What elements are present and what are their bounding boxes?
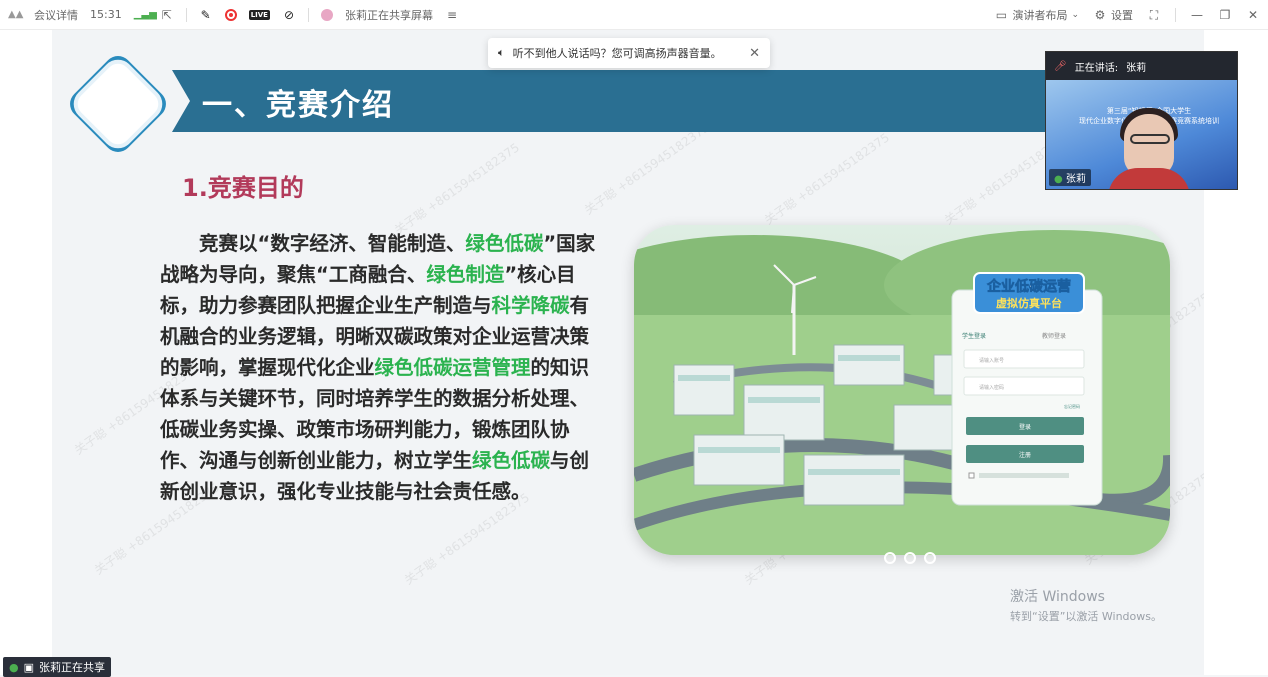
speaking-name: 张莉: [1126, 62, 1147, 74]
mic-icon: 🎤︎: [1054, 60, 1067, 72]
paragraph-text: 竞赛以“数字经济、智能制造、: [199, 232, 466, 255]
mic-icon: ●: [1054, 174, 1063, 185]
slide-paragraph: 竞赛以“数字经济、智能制造、绿色低碳”国家战略为导向，聚焦“工商融合、绿色制造”…: [160, 228, 600, 507]
speaker-icon: 🔈︎: [498, 46, 505, 59]
speaker-name-text: 张莉: [1065, 174, 1086, 185]
sharer-avatar: [320, 8, 333, 21]
login-user-placeholder: 请输入账号: [979, 357, 1004, 364]
divider: [307, 7, 309, 22]
hide-view-icon[interactable]: ⊘: [282, 8, 296, 22]
platform-image: 学生登录 教师登录 请输入账号 请输入密码 忘记密码 登录 注册 企业低碳运营 …: [634, 225, 1170, 555]
fullscreen-icon[interactable]: ⛶: [1147, 8, 1161, 22]
carousel-dot[interactable]: [884, 552, 896, 564]
shared-slide: 关子聪 +8615945182375 关子聪 +8615945182375 关子…: [52, 30, 1204, 675]
signal-icon: ▁▃▅: [133, 8, 157, 20]
login-tab-student: 学生登录: [962, 332, 986, 340]
speaker-glasses: [1130, 134, 1170, 144]
volume-toast: 🔈︎ 听不到他人说话吗？您可调高扬声器音量。 ✕: [488, 38, 770, 68]
highlight-text: 绿色低碳运营管理: [374, 356, 531, 379]
watermark: 关子聪 +8615945182375: [391, 140, 522, 238]
slide-title: 一、竞赛介绍: [202, 88, 394, 123]
login-tab-teacher: 教师登录: [1042, 332, 1066, 340]
watermark: 关子聪 +8615945182375: [761, 130, 892, 228]
presenter-layout-button[interactable]: ▭ 演讲者布局 ⌄: [994, 7, 1079, 23]
settings-button[interactable]: ⚙ 设置: [1093, 7, 1133, 23]
login-button-text: 登录: [1019, 423, 1031, 431]
highlight-text: 绿色低碳: [472, 449, 551, 472]
share-badge[interactable]: ● ▣ 张莉正在共享: [3, 657, 112, 677]
divider: [1175, 7, 1176, 22]
live-icon[interactable]: LIVE: [248, 9, 270, 20]
external-link-icon[interactable]: ⇱: [160, 8, 174, 22]
chevron-down-icon: ⌄: [1071, 9, 1079, 20]
restore-icon[interactable]: ❐: [1218, 8, 1232, 22]
speaker-panel[interactable]: 🎤︎ 正在讲话: 张莉 第三届“知韬杯”全国大学生 现代企业数字化运营实…挑战赛…: [1045, 51, 1238, 190]
annotation-icon[interactable]: ✎: [199, 8, 213, 22]
speaker-face: [1124, 114, 1174, 176]
title-diamond-inner: [72, 58, 164, 150]
screen-share-icon: ▣: [23, 660, 35, 674]
speaker-header: 🎤︎ 正在讲话: 张莉: [1046, 52, 1237, 80]
meeting-time: 15:31: [90, 8, 122, 21]
highlight-text: 绿色低碳: [465, 232, 544, 255]
settings-label: 设置: [1111, 8, 1133, 22]
share-badge-text: 张莉正在共享: [39, 661, 106, 674]
meeting-logo-icon: ▲▲: [8, 8, 24, 20]
highlight-text: 绿色制造: [426, 263, 505, 286]
login-pass-placeholder: 请输入密码: [979, 384, 1004, 391]
windows-activation-line1: 激活 Windows: [1010, 589, 1105, 605]
toast-close-icon[interactable]: ✕: [749, 46, 760, 61]
speaker-name-tag: ● 张莉: [1049, 169, 1091, 186]
speaker-body: [1108, 168, 1190, 189]
toast-message: 听不到他人说话吗？您可调高扬声器音量。: [512, 47, 722, 60]
speaking-label: 正在讲话:: [1074, 62, 1119, 74]
divider: [185, 7, 187, 22]
meeting-details-link[interactable]: 会议详情: [34, 7, 78, 23]
mic-icon: ●: [9, 660, 19, 674]
left-margin: [0, 30, 52, 675]
sharing-status: 张莉正在共享屏幕: [344, 8, 433, 22]
close-icon[interactable]: ✕: [1246, 8, 1260, 22]
gear-icon: ⚙: [1094, 7, 1106, 22]
layout-icon: ▭: [995, 7, 1008, 22]
minimize-icon[interactable]: —: [1190, 8, 1204, 22]
highlight-text: 科学降碳: [491, 294, 570, 317]
speaker-video: 第三届“知韬杯”全国大学生 现代企业数字化运营实…挑战赛竞赛系统培训 ● 张莉: [1046, 80, 1237, 189]
image-logo-line2: 虚拟仿真平台: [996, 296, 1062, 310]
presenter-layout-label: 演讲者布局: [1012, 8, 1068, 22]
image-logo-line1: 企业低碳运营: [986, 278, 1071, 295]
register-button-text: 注册: [1019, 451, 1031, 459]
carousel-dot[interactable]: [924, 552, 936, 564]
platform-illustration: 学生登录 教师登录 请输入账号 请输入密码 忘记密码 登录 注册 企业低碳运营 …: [634, 225, 1170, 555]
slide-subtitle: 1.竞赛目的: [182, 174, 304, 202]
menu-icon[interactable]: ≡: [445, 8, 459, 22]
carousel-dots: [884, 552, 936, 564]
login-forgot: 忘记密码: [1064, 403, 1080, 409]
windows-activation-line2: 转到“设置”以激活 Windows。: [1010, 610, 1162, 623]
meeting-toolbar: ▲▲ 会议详情 15:31 ▁▃▅ ⇱ ✎ LIVE ⊘ 张莉正在共享屏幕 ≡ …: [0, 0, 1268, 30]
watermark: 关子聪 +8615945182375: [581, 120, 712, 218]
record-icon[interactable]: [224, 8, 237, 21]
carousel-dot[interactable]: [904, 552, 916, 564]
windows-activation-watermark: 激活 Windows 转到“设置”以激活 Windows。: [1010, 586, 1162, 624]
